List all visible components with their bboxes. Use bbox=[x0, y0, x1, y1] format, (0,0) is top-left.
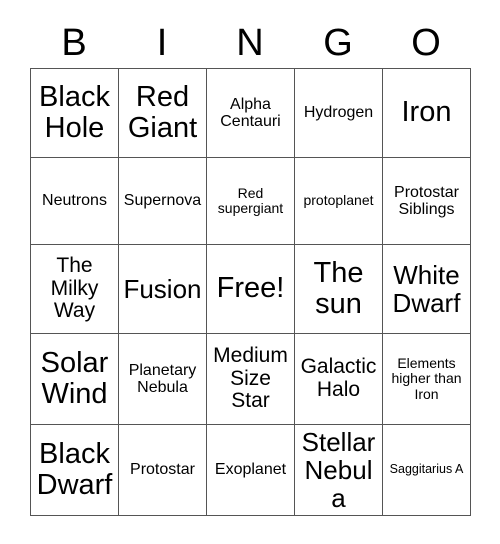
bingo-cell[interactable]: Fusion bbox=[119, 245, 207, 334]
bingo-cell-label: Red Giant bbox=[127, 80, 198, 144]
bingo-cell-label: Galactic Halo bbox=[300, 355, 377, 401]
bingo-header-letter-g: G bbox=[323, 22, 353, 64]
bingo-cell[interactable]: Red Giant bbox=[119, 69, 207, 158]
bingo-grid: Black Hole Red Giant Alpha Centauri Hydroge… bbox=[30, 68, 471, 516]
bingo-header-letter-n: N bbox=[236, 22, 264, 64]
bingo-cell-label: Neutrons bbox=[42, 192, 107, 210]
bingo-cell[interactable]: The Milky Way bbox=[31, 245, 119, 334]
bingo-header-row: B I N G O bbox=[30, 18, 470, 68]
bingo-cell-label: Iron bbox=[401, 96, 452, 129]
bingo-cell-label: Supernova bbox=[123, 192, 202, 210]
bingo-cell-label: Protostar Siblings bbox=[394, 183, 459, 218]
bingo-cell[interactable]: Hydrogen bbox=[295, 69, 383, 158]
bingo-cell[interactable]: White Dwarf bbox=[383, 245, 471, 334]
bingo-cell-label: Fusion bbox=[123, 273, 202, 304]
bingo-card: B I N G O Black Hole Red Giant Alpha Centa… bbox=[0, 0, 500, 544]
bingo-cell-label: White Dwarf bbox=[392, 259, 461, 318]
bingo-cell[interactable]: Supernova bbox=[119, 158, 207, 245]
bingo-cell[interactable]: Neutrons bbox=[31, 158, 119, 245]
bingo-header-letter-b: B bbox=[61, 22, 87, 64]
bingo-cell-label: Black Hole bbox=[39, 80, 110, 144]
bingo-cell[interactable]: Planetary Nebula bbox=[119, 334, 207, 425]
bingo-cell[interactable]: Galactic Halo bbox=[295, 334, 383, 425]
bingo-cell[interactable]: Saggitarius A bbox=[383, 425, 471, 516]
bingo-cell[interactable]: protoplanet bbox=[295, 158, 383, 245]
bingo-cell-label: protoplanet bbox=[303, 192, 374, 209]
bingo-cell-label: Free! bbox=[216, 272, 285, 305]
bingo-cell[interactable]: Protostar bbox=[119, 425, 207, 516]
bingo-cell-label: Protostar bbox=[130, 461, 195, 479]
bingo-cell-label: The Milky Way bbox=[50, 253, 99, 323]
bingo-cell-label: The sun bbox=[313, 256, 364, 320]
bingo-header-letter-i: I bbox=[156, 22, 168, 64]
bingo-cell-label: Elements higher than Iron bbox=[391, 355, 462, 402]
bingo-cell-label: Hydrogen bbox=[303, 104, 374, 122]
bingo-cell[interactable]: Medium Size Star bbox=[207, 334, 295, 425]
bingo-cell[interactable]: Stellar Nebula bbox=[295, 425, 383, 516]
bingo-cell[interactable]: Protostar Siblings bbox=[383, 158, 471, 245]
bingo-cell-label: Medium Size Star bbox=[213, 343, 288, 413]
bingo-cell-label: Exoplanet bbox=[214, 461, 287, 479]
bingo-cell[interactable]: Elements higher than Iron bbox=[383, 334, 471, 425]
bingo-cell-label: Stellar Nebula bbox=[301, 426, 376, 514]
bingo-cell[interactable]: Iron bbox=[383, 69, 471, 158]
bingo-cell-label: Planetary Nebula bbox=[128, 361, 197, 396]
bingo-cell[interactable]: Solar Wind bbox=[31, 334, 119, 425]
bingo-cell[interactable]: Black Dwarf bbox=[31, 425, 119, 516]
bingo-cell-label: Red supergiant bbox=[217, 184, 284, 216]
bingo-cell[interactable]: Black Hole bbox=[31, 69, 119, 158]
bingo-cell-label: Alpha Centauri bbox=[220, 95, 281, 130]
bingo-cell[interactable]: Red supergiant bbox=[207, 158, 295, 245]
bingo-cell-label: Black Dwarf bbox=[36, 437, 113, 501]
bingo-header-letter-o: O bbox=[411, 22, 441, 64]
bingo-cell-label: Solar Wind bbox=[40, 346, 109, 410]
bingo-cell[interactable]: Free! bbox=[207, 245, 295, 334]
bingo-cell[interactable]: Exoplanet bbox=[207, 425, 295, 516]
bingo-cell[interactable]: The sun bbox=[295, 245, 383, 334]
bingo-cell[interactable]: Alpha Centauri bbox=[207, 69, 295, 158]
bingo-cell-label: Saggitarius A bbox=[389, 462, 464, 477]
